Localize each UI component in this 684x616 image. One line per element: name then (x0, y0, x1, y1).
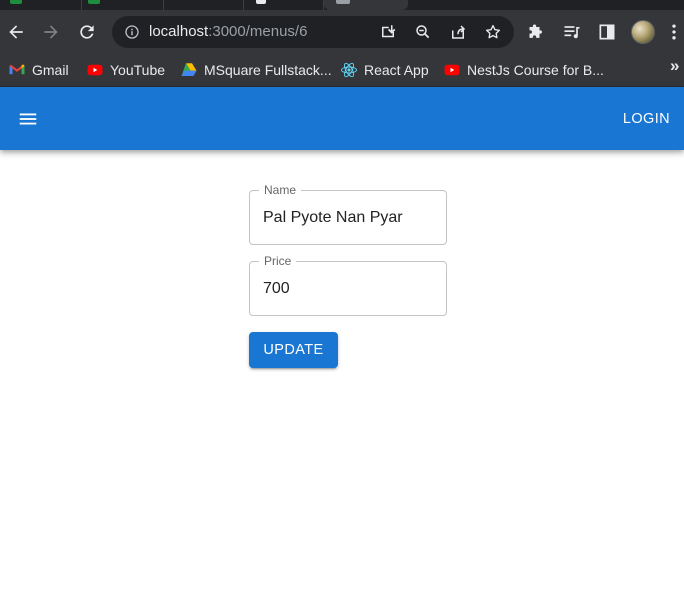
more-options-icon[interactable] (664, 18, 684, 46)
app-bar: LOGIN (0, 87, 684, 150)
bookmark-msquare-fullstack[interactable]: MSquare Fullstack... (180, 58, 332, 82)
bookmark-label: YouTube (110, 62, 166, 78)
profile-avatar[interactable] (631, 20, 655, 44)
update-button[interactable]: UPDATE (249, 332, 338, 368)
name-input[interactable] (263, 206, 435, 230)
extensions-icon[interactable] (523, 18, 551, 46)
bookmark-label: NestJs Course for B... (467, 62, 604, 78)
url-text[interactable]: localhost:3000/menus/6 (149, 24, 307, 40)
react-icon (341, 62, 357, 78)
price-field[interactable]: Price (249, 254, 447, 316)
browser-toolbar: localhost:3000/menus/6 (0, 10, 684, 54)
media-playlist-icon[interactable] (558, 18, 586, 46)
browser-tab[interactable] (164, 0, 244, 10)
site-info-icon[interactable] (122, 22, 142, 42)
bookmark-label: Gmail (32, 62, 69, 78)
name-field[interactable]: Name (249, 183, 447, 245)
side-panel-icon[interactable] (593, 18, 621, 46)
browser-tab-strip (0, 0, 684, 10)
reload-icon[interactable] (73, 18, 101, 46)
bookmarks-overflow-chevron-icon[interactable]: » (670, 56, 679, 76)
bookmark-react-app[interactable]: React App (340, 58, 429, 82)
price-field-label: Price (259, 254, 297, 268)
browser-tab[interactable] (244, 0, 324, 10)
bookmark-youtube[interactable]: YouTube (86, 58, 165, 82)
browser-tab[interactable] (0, 0, 82, 10)
name-field-label: Name (259, 183, 302, 197)
browser-tab[interactable] (82, 0, 164, 10)
hamburger-menu-icon[interactable] (10, 101, 46, 137)
bookmark-nestjs-course[interactable]: NestJs Course for B... (443, 58, 604, 82)
gmail-icon (9, 64, 25, 75)
youtube-icon (444, 64, 460, 76)
zoom-out-icon[interactable] (411, 20, 435, 44)
login-button[interactable]: LOGIN (623, 106, 670, 132)
address-bar[interactable]: localhost:3000/menus/6 (112, 16, 514, 48)
bookmark-star-icon[interactable] (481, 20, 505, 44)
price-input[interactable] (263, 277, 435, 301)
youtube-icon (87, 64, 103, 76)
forward-arrow-icon[interactable] (37, 18, 65, 46)
bookmark-gmail[interactable]: Gmail (8, 58, 69, 82)
bookmark-label: MSquare Fullstack... (204, 62, 332, 78)
install-app-icon[interactable] (376, 20, 400, 44)
active-tab-favicon (336, 0, 350, 4)
url-path: :3000/menus/6 (208, 23, 308, 40)
back-arrow-icon[interactable] (2, 18, 30, 46)
bookmark-label: React App (364, 62, 429, 78)
google-drive-icon (181, 63, 197, 76)
share-icon[interactable] (446, 20, 470, 44)
url-host: localhost (149, 23, 209, 40)
bookmarks-bar: Gmail YouTube MSquare Fullstack... React… (0, 54, 684, 87)
